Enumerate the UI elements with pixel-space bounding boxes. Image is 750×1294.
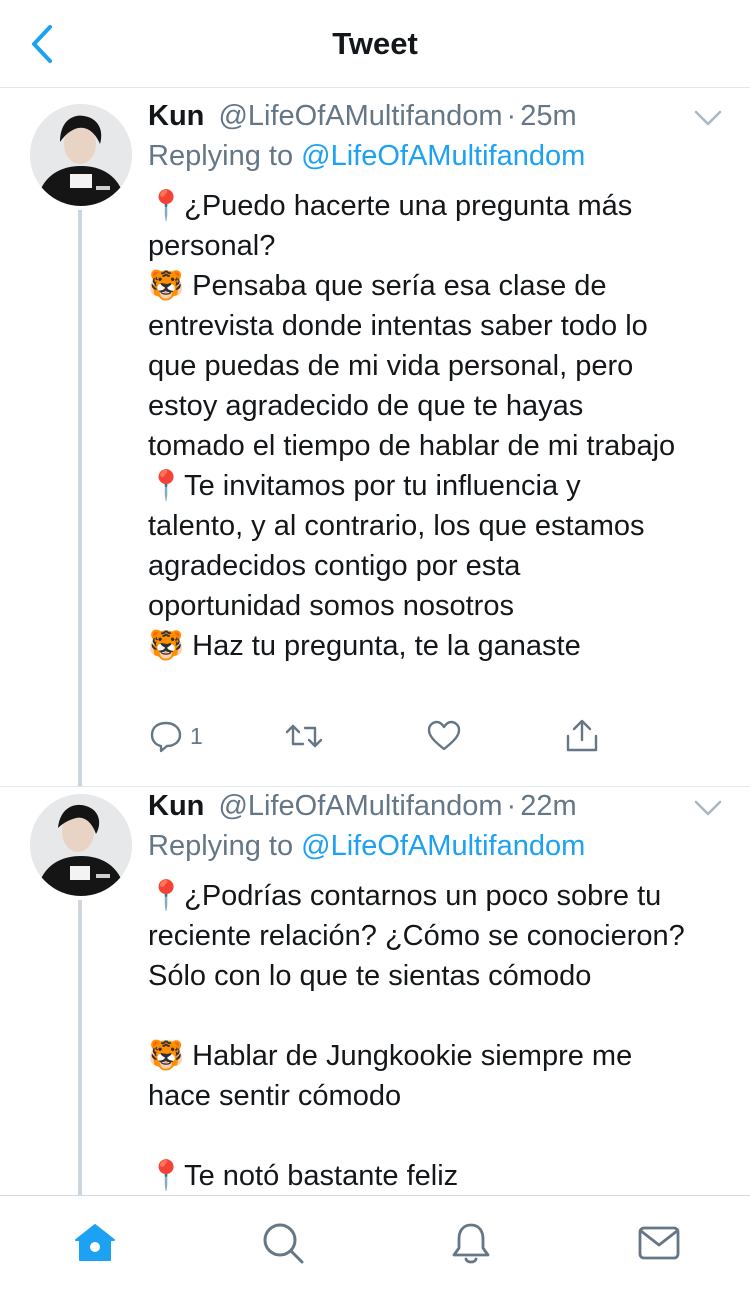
tweet-menu-button[interactable]	[692, 106, 724, 130]
tweet-text-line: entrevista donde intentas saber todo lo	[148, 310, 648, 342]
reply-handle-link[interactable]: @LifeOfAMultifandom	[301, 140, 585, 172]
chevron-down-icon	[694, 800, 722, 816]
tweet-text-line: hace sentir cómodo	[148, 1080, 402, 1112]
tweet-text-line: 📍Te notó bastante feliz	[148, 1160, 459, 1192]
tweet-divider	[0, 786, 750, 787]
tweet-text-line: 🐯 Haz tu pregunta, te la ganaste	[148, 630, 581, 662]
separator-dot: ·	[506, 100, 517, 132]
thread-line	[78, 210, 82, 786]
tweet-menu-button[interactable]	[692, 796, 724, 820]
tweet-text-line: 📍¿Puedo hacerte una pregunta más	[148, 190, 633, 222]
tweet-time: 22m	[520, 790, 577, 822]
separator-dot: ·	[506, 790, 517, 822]
tweet-text-line: Sólo con lo que te sientas cómodo	[148, 960, 592, 992]
tweet-text-line: 🐯 Pensaba que sería esa clase de	[148, 270, 607, 302]
tweet-header: Kun @LifeOfAMultifandom · 22m	[148, 790, 726, 826]
thread-line	[78, 900, 82, 1195]
replying-to: Replying to @LifeOfAMultifandom	[148, 140, 585, 173]
like-button[interactable]	[426, 716, 462, 756]
tweet-actions: 1	[148, 716, 608, 756]
reply-handle-link[interactable]: @LifeOfAMultifandom	[301, 830, 585, 862]
replying-to-label: Replying to	[148, 830, 294, 862]
tweet-text-line: 📍¿Podrías contarnos un poco sobre tu	[148, 880, 662, 912]
tweet-text-line: estoy agradecido de que te hayas	[148, 390, 584, 422]
replying-to: Replying to @LifeOfAMultifandom	[148, 830, 585, 863]
search-icon	[263, 1223, 304, 1264]
tweet-text-line	[148, 1116, 728, 1156]
tweet-time: 25m	[520, 100, 577, 132]
tab-search[interactable]	[258, 1218, 308, 1268]
messages-icon	[638, 1226, 680, 1260]
chevron-down-icon	[694, 110, 722, 126]
tweet-text-line: tomado el tiempo de hablar de mi trabajo	[148, 430, 676, 462]
top-bar: Tweet	[0, 0, 750, 88]
author-name[interactable]: Kun	[148, 790, 204, 822]
tweet-text-line	[148, 996, 728, 1036]
tweet-text: 📍¿Podrías contarnos un poco sobre tu rec…	[148, 876, 728, 1196]
tweet-text-line: 🐯 Hablar de Jungkookie siempre me	[148, 1040, 633, 1072]
tweet-text: 📍¿Puedo hacerte una pregunta más persona…	[148, 186, 728, 666]
page-title: Tweet	[332, 26, 418, 61]
tweet-text-line: que puedas de mi vida personal, pero	[148, 350, 634, 382]
reply-button[interactable]: 1	[148, 716, 203, 756]
tweet-header: Kun @LifeOfAMultifandom · 25m	[148, 100, 726, 136]
share-icon	[566, 719, 598, 752]
tweet-text-line: personal?	[148, 230, 276, 262]
author-handle[interactable]: @LifeOfAMultifandom	[218, 790, 502, 822]
retweet-icon	[285, 724, 323, 748]
reply-count: 1	[190, 722, 203, 749]
tab-messages[interactable]	[634, 1218, 684, 1268]
author-name[interactable]: Kun	[148, 100, 204, 132]
tweet-text-line: reciente relación? ¿Cómo se conocieron?	[148, 920, 685, 952]
replying-to-label: Replying to	[148, 140, 294, 172]
home-icon	[75, 1224, 115, 1261]
share-button[interactable]	[564, 716, 600, 756]
tweet-text-line: agradecidos contigo por esta	[148, 550, 521, 582]
reply-icon	[150, 721, 182, 753]
avatar[interactable]	[30, 794, 132, 896]
tweet-text-line: talento, y al contrario, los que estamos	[148, 510, 645, 542]
retweet-button[interactable]	[284, 716, 324, 756]
heart-icon	[427, 720, 461, 751]
tab-home[interactable]	[70, 1218, 120, 1268]
author-handle[interactable]: @LifeOfAMultifandom	[218, 100, 502, 132]
bottom-tab-bar	[0, 1195, 750, 1294]
tweet-text-line: oportunidad somos nosotros	[148, 590, 514, 622]
avatar[interactable]	[30, 104, 132, 206]
tab-notifications[interactable]	[446, 1218, 496, 1268]
notifications-icon	[452, 1223, 490, 1264]
tweet-text-line: 📍Te invitamos por tu influencia y	[148, 470, 581, 502]
